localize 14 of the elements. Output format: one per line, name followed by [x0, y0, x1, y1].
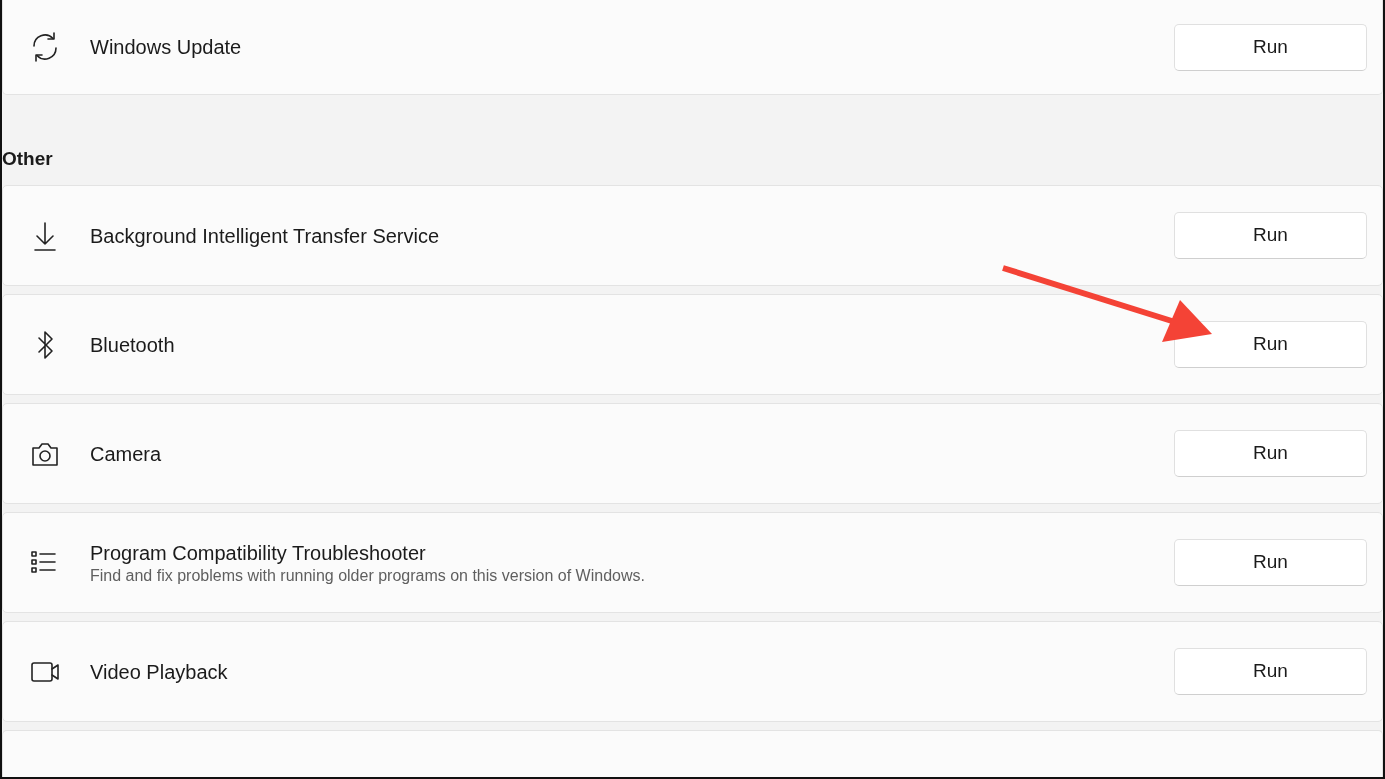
troubleshooter-description: Find and fix problems with running older programs on this version of Windows. [90, 565, 645, 586]
run-button[interactable]: Run [1174, 23, 1367, 71]
troubleshooter-title: Camera [90, 441, 162, 467]
troubleshooter-title: Video Playback [90, 659, 228, 685]
run-button[interactable]: Run [1174, 321, 1367, 368]
run-button[interactable]: Run [1174, 648, 1367, 695]
troubleshooter-title: Windows Update [90, 35, 242, 60]
troubleshooter-title: Program Compatibility Troubleshooter [90, 540, 427, 566]
run-button[interactable]: Run [1174, 212, 1367, 259]
troubleshooter-title: Background Intelligent Transfer Service [90, 223, 440, 249]
run-button[interactable]: Run [1174, 430, 1367, 477]
troubleshooter-title: Bluetooth [90, 332, 175, 358]
section-heading: Other [2, 147, 54, 172]
run-button[interactable]: Run [1174, 539, 1367, 586]
